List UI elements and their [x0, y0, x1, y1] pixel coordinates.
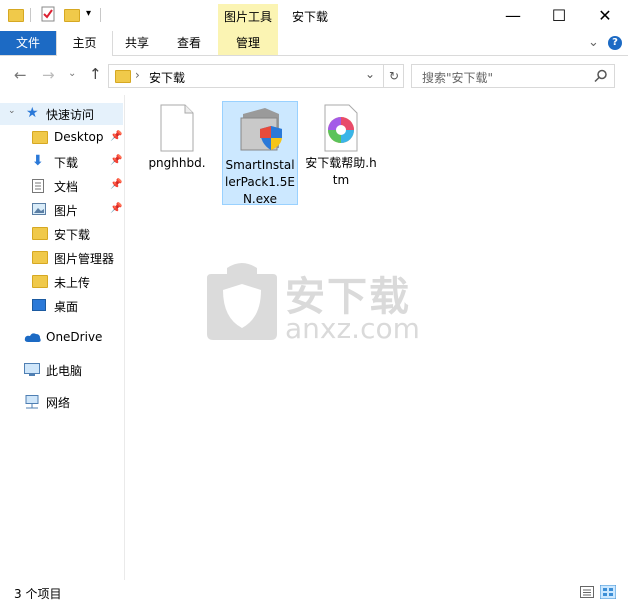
address-path[interactable]: 安下载	[149, 69, 185, 86]
sidebar-item-label: 网络	[46, 396, 71, 410]
pin-icon: 📌	[110, 203, 123, 214]
help-icon[interactable]: ?	[608, 36, 622, 50]
tab-share[interactable]: 共享	[112, 31, 162, 55]
context-tab-label: 图片工具	[223, 10, 272, 24]
sidebar-item-documents[interactable]: 文档 📌	[0, 175, 123, 197]
pin-icon: 📌	[110, 131, 123, 142]
tab-home[interactable]: 主页	[56, 31, 113, 56]
search-icon[interactable]	[594, 69, 608, 83]
sidebar-item-label: 图片管理器	[54, 252, 115, 266]
folder-icon	[32, 131, 48, 145]
divider	[30, 8, 31, 22]
network-icon	[24, 395, 39, 409]
sidebar-item-label: 图片	[54, 204, 79, 218]
address-bar[interactable]: › 安下载 ⌄	[108, 64, 404, 88]
file-item[interactable]: pnghhbd.	[140, 102, 214, 172]
forward-button[interactable]: →	[42, 66, 55, 84]
sidebar-item-label: 未上传	[54, 276, 91, 290]
chevron-down-icon[interactable]: ⌄	[365, 67, 375, 81]
large-icons-view-icon[interactable]	[600, 585, 616, 599]
status-bar: 3 个项目	[0, 580, 628, 605]
minimize-button[interactable]: —	[490, 0, 536, 31]
blank-file-icon	[160, 104, 194, 152]
back-button[interactable]: ←	[14, 66, 27, 84]
sidebar-item-label: 此电脑	[46, 364, 83, 378]
sidebar-item-label: 桌面	[54, 300, 79, 314]
tab-view[interactable]: 查看	[164, 31, 214, 55]
refresh-button[interactable]: ↻	[383, 64, 404, 88]
sidebar-item-anxz[interactable]: 安下载	[0, 223, 123, 245]
sidebar-item-quick-access[interactable]: ⌄ ★ 快速访问	[0, 103, 123, 125]
item-count: 3 个项目	[14, 587, 62, 601]
watermark: 安下载 anxz.com	[205, 260, 420, 350]
sidebar-item-this-pc[interactable]: 此电脑	[0, 359, 123, 381]
navigation-pane: ⌄ ★ 快速访问 Desktop 📌 ⬇ 下载 📌 文档 📌 图片 📌 安下载 …	[0, 95, 125, 580]
sidebar-item-not-uploaded[interactable]: 未上传	[0, 271, 123, 293]
folder-icon[interactable]	[8, 6, 26, 24]
customize-toolbar-icon[interactable]: ▾	[86, 8, 91, 19]
sidebar-item-label: Desktop	[54, 130, 104, 144]
installer-icon	[240, 108, 282, 151]
title-bar: ▾ 图片工具 安下载 — ☐ ✕	[0, 0, 628, 31]
details-view-icon[interactable]	[580, 586, 594, 598]
pin-icon: 📌	[110, 179, 123, 190]
chevron-down-icon[interactable]: ⌄	[8, 106, 16, 116]
sidebar-item-onedrive[interactable]: OneDrive	[0, 327, 123, 349]
window-title: 安下载	[292, 10, 329, 24]
star-icon: ★	[26, 105, 39, 121]
properties-icon[interactable]	[40, 6, 58, 24]
sidebar-item-downloads[interactable]: ⬇ 下载 📌	[0, 151, 123, 173]
file-item[interactable]: 安下载帮助.htm	[304, 102, 378, 189]
folder-icon	[32, 227, 48, 241]
file-item-selected[interactable]: SmartInstallerPack1.5EN.exe	[222, 101, 298, 206]
pin-icon: 📌	[110, 155, 123, 166]
document-icon	[32, 179, 46, 193]
file-name: SmartInstallerPack1.5EN.exe	[225, 158, 295, 206]
sidebar-item-label: 安下载	[54, 228, 91, 242]
folder-icon	[115, 70, 131, 83]
sidebar-item-desktop-cn[interactable]: 桌面	[0, 295, 123, 317]
cloud-icon	[24, 331, 41, 345]
up-button[interactable]: ↑	[89, 65, 102, 83]
folder-icon	[32, 275, 48, 289]
search-input[interactable]: 搜索"安下载"	[411, 64, 615, 88]
pictures-icon	[32, 203, 46, 217]
sidebar-item-label: 下载	[54, 156, 79, 170]
sidebar-item-label: 快速访问	[46, 108, 95, 122]
maximize-button[interactable]: ☐	[536, 0, 582, 31]
search-placeholder: 搜索"安下载"	[422, 71, 494, 85]
computer-icon	[24, 363, 40, 377]
sidebar-item-label: OneDrive	[46, 330, 103, 344]
divider	[100, 8, 101, 22]
watermark-subtitle: anxz.com	[285, 312, 420, 345]
file-name: 安下载帮助.htm	[305, 156, 377, 187]
recent-locations-icon[interactable]: ⌄	[68, 68, 76, 79]
file-name: pnghhbd.	[148, 156, 206, 170]
sidebar-item-label: 文档	[54, 180, 79, 194]
sidebar-item-pictures[interactable]: 图片 📌	[0, 199, 123, 221]
chevron-right-icon[interactable]: ›	[135, 68, 140, 82]
tab-manage[interactable]: 管理	[218, 31, 278, 55]
tab-file[interactable]: 文件	[0, 31, 56, 55]
sidebar-item-network[interactable]: 网络	[0, 391, 123, 413]
context-tab-header: 图片工具	[218, 4, 278, 31]
download-arrow-icon: ⬇	[32, 153, 44, 169]
folder-icon	[32, 251, 48, 265]
shield-logo-icon	[207, 263, 277, 340]
sidebar-item-picture-manager[interactable]: 图片管理器	[0, 247, 123, 269]
desktop-icon	[32, 299, 46, 313]
sidebar-item-desktop[interactable]: Desktop 📌	[0, 127, 123, 149]
new-folder-icon[interactable]	[64, 6, 82, 24]
html-file-icon	[324, 104, 358, 152]
close-button[interactable]: ✕	[582, 0, 628, 31]
ribbon-expand-icon[interactable]: ⌄	[588, 35, 599, 50]
